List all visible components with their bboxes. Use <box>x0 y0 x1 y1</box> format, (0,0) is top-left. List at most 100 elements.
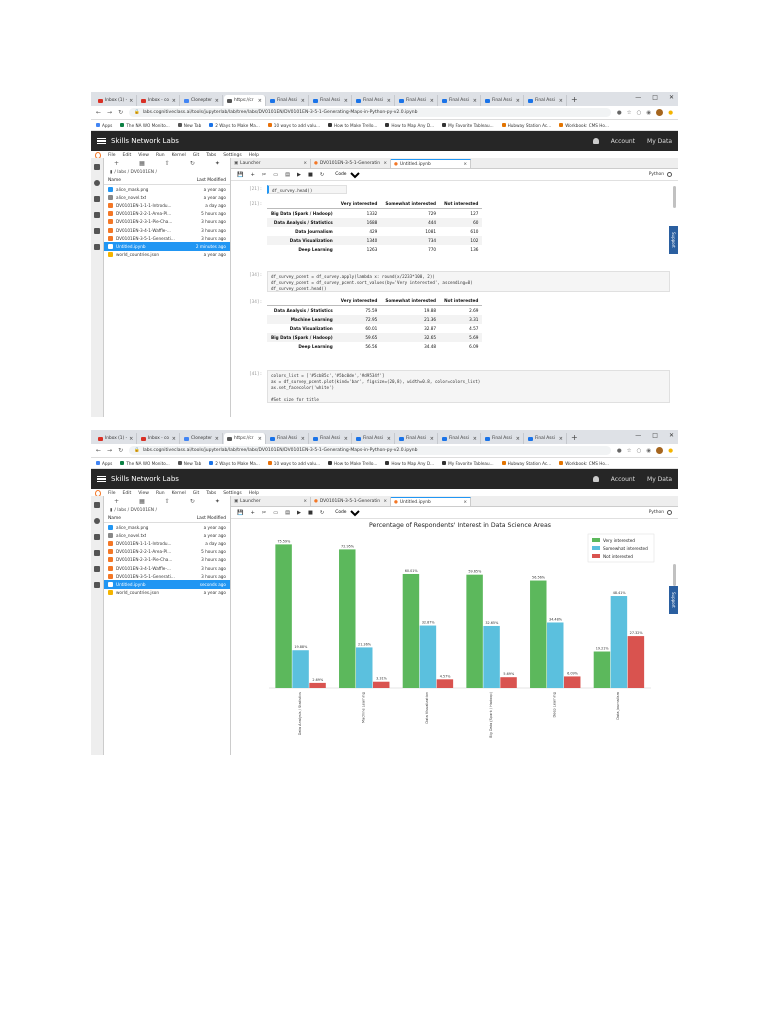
paste-icon[interactable]: ▤ <box>285 172 290 178</box>
save-icon[interactable]: 💾 <box>237 510 243 516</box>
save-icon[interactable]: 💾 <box>237 172 243 178</box>
file-row[interactable]: Untitled.ipynb seconds ago <box>104 580 230 589</box>
avatar[interactable] <box>656 447 664 454</box>
bookmark-item[interactable]: How to Map Any D... <box>385 461 434 466</box>
bookmark-item[interactable]: New Tab <box>177 461 201 466</box>
file-row[interactable]: DV0101EN-3-4-1-Waffle-... 3 hours ago <box>104 226 230 234</box>
browser-tab[interactable]: Final Assi × <box>267 95 309 106</box>
browser-tab[interactable]: Clonepter × <box>181 95 223 106</box>
close-tab-icon[interactable]: × <box>516 98 520 104</box>
browser-tab[interactable]: Final Assi × <box>525 95 567 106</box>
tabs-icon[interactable] <box>94 582 100 588</box>
folder-icon[interactable]: ▮ <box>110 508 112 513</box>
back-icon[interactable]: ← <box>96 447 101 454</box>
bookmark-item[interactable]: How to Map Any D... <box>385 123 434 128</box>
bookmark-item[interactable]: How to Make Trello... <box>328 123 377 128</box>
close-tab-icon[interactable]: × <box>430 98 434 104</box>
document-tab[interactable]: ● Untitled.ipynb × <box>391 159 471 168</box>
extension-icon[interactable]: ● <box>617 110 622 116</box>
bookmark-item[interactable]: Workbook: CMS Ho... <box>559 461 609 466</box>
file-row[interactable]: alice_mask.png a year ago <box>104 185 230 193</box>
document-tab[interactable]: ▣ Launcher × <box>231 497 311 506</box>
browser-tab[interactable]: https://cr × <box>224 433 266 444</box>
file-row[interactable]: DV0101EN-1-1-1-Introdu... a day ago <box>104 539 230 547</box>
tabs-icon[interactable] <box>94 244 100 250</box>
browser-tab[interactable]: Inbox (1) - × <box>95 95 137 106</box>
close-tab-icon[interactable]: × <box>559 436 563 442</box>
wrench-icon[interactable] <box>94 228 100 234</box>
column-last-modified[interactable]: Last Modified <box>197 178 226 183</box>
bookmark-item[interactable]: 10 ways to add valu... <box>267 461 320 466</box>
palette-icon[interactable] <box>94 550 100 556</box>
hamburger-menu-icon[interactable] <box>97 475 106 483</box>
refresh-icon[interactable]: ↻ <box>190 498 195 505</box>
close-tab-icon[interactable]: × <box>383 161 387 166</box>
close-tab-icon[interactable]: × <box>344 98 348 104</box>
scrollbar[interactable] <box>673 564 676 586</box>
close-tab-icon[interactable]: × <box>215 436 219 442</box>
file-row[interactable]: DV0101EN-1-1-1-Introdu... a day ago <box>104 201 230 209</box>
avatar[interactable] <box>656 109 664 116</box>
browser-tab[interactable]: Final Assi × <box>482 433 524 444</box>
browser-tab[interactable]: Final Assi × <box>439 433 481 444</box>
close-tab-icon[interactable]: × <box>301 436 305 442</box>
extension-icon[interactable]: ◉ <box>646 448 651 454</box>
bookmark-item[interactable]: 2 Ways to Make Ma... <box>209 123 260 128</box>
close-tab-icon[interactable]: × <box>215 98 219 104</box>
hamburger-menu-icon[interactable] <box>97 137 106 145</box>
file-row[interactable]: DV0101EN-2-2-1-Area-Pl... 5 hours ago <box>104 210 230 218</box>
account-menu[interactable]: Account <box>611 476 635 483</box>
extension-icon[interactable]: ◉ <box>646 110 651 116</box>
file-row[interactable]: world_countries.json a year ago <box>104 251 230 259</box>
new-folder-icon[interactable]: ▦ <box>139 160 145 167</box>
bookmark-item[interactable]: My Favorite Tableau... <box>442 461 494 466</box>
forward-icon[interactable]: → <box>107 109 112 116</box>
run-icon[interactable]: ▶ <box>297 510 301 516</box>
star-icon[interactable]: ☆ <box>627 448 632 454</box>
browser-tab[interactable]: Inbox (1) - × <box>95 433 137 444</box>
browser-tab[interactable]: Inbox - co × <box>138 95 180 106</box>
close-tab-icon[interactable]: × <box>303 161 307 166</box>
close-tab-icon[interactable]: × <box>473 436 477 442</box>
restart-icon[interactable]: ↻ <box>320 510 324 516</box>
new-launcher-icon[interactable]: + <box>114 160 119 167</box>
cell-type-select[interactable]: Code <box>331 508 364 517</box>
bookmark-item[interactable]: Workbook: CMS Ho... <box>559 123 609 128</box>
browser-tab[interactable]: Final Assi × <box>525 433 567 444</box>
file-row[interactable]: alice_mask.png a year ago <box>104 523 230 531</box>
kernel-name[interactable]: Python <box>649 172 664 177</box>
support-tab[interactable]: Support <box>669 586 678 614</box>
running-icon[interactable] <box>94 518 100 524</box>
breadcrumb-path[interactable]: / labs / DV0101EN / <box>114 170 157 175</box>
column-last-modified[interactable]: Last Modified <box>197 516 226 521</box>
file-row[interactable]: DV0101EN-2-3-1-Pie-Cha... 3 hours ago <box>104 218 230 226</box>
run-icon[interactable]: ▶ <box>297 172 301 178</box>
code-cell[interactable]: df_survey_pcent = df_survey.apply(lambda… <box>267 271 670 292</box>
browser-tab[interactable]: Final Assi × <box>353 433 395 444</box>
cut-icon[interactable]: ✂ <box>262 172 266 178</box>
upload-icon[interactable]: ⇧ <box>165 160 170 167</box>
new-launcher-icon[interactable]: + <box>114 498 119 505</box>
reload-icon[interactable]: ↻ <box>118 447 123 454</box>
browser-tab[interactable]: Final Assi × <box>439 95 481 106</box>
close-tab-icon[interactable]: × <box>172 98 176 104</box>
browser-tab[interactable]: Final Assi × <box>396 433 438 444</box>
scrollbar[interactable] <box>673 186 676 208</box>
code-cell[interactable]: df_survey.head() <box>267 185 347 194</box>
file-row[interactable]: DV0101EN-2-3-1-Pie-Cha... 3 hours ago <box>104 556 230 564</box>
extension-icon[interactable]: ● <box>668 110 673 116</box>
folder-icon[interactable]: ▮ <box>110 170 112 175</box>
close-tab-icon[interactable]: × <box>258 436 262 442</box>
cut-icon[interactable]: ✂ <box>262 510 266 516</box>
git-clone-icon[interactable]: ✦ <box>215 160 220 167</box>
document-tab[interactable]: ● Untitled.ipynb × <box>391 497 471 506</box>
maximize-icon[interactable]: □ <box>652 432 658 439</box>
close-window-icon[interactable]: ✕ <box>669 94 674 101</box>
account-menu[interactable]: Account <box>611 138 635 145</box>
maximize-icon[interactable]: □ <box>652 94 658 101</box>
file-row[interactable]: DV0101EN-2-2-1-Area-Pl... 5 hours ago <box>104 548 230 556</box>
new-tab-icon[interactable]: + <box>571 433 578 442</box>
bookmark-item[interactable]: How to Make Trello... <box>328 461 377 466</box>
bell-icon[interactable] <box>592 476 599 482</box>
git-icon[interactable] <box>94 196 100 202</box>
